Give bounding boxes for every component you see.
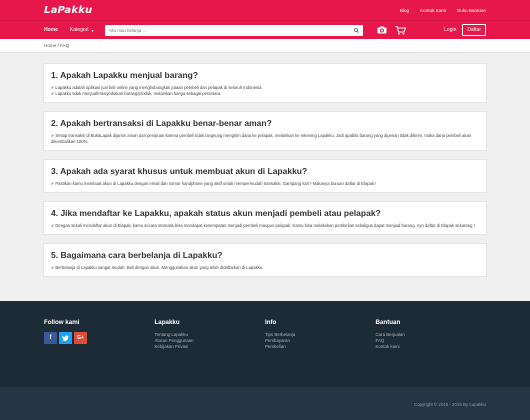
daftar-button[interactable]: Daftar xyxy=(462,24,486,36)
faq-answer: ✔Dengan sekali mendaftar akun di Elapak,… xyxy=(51,223,475,228)
check-icon: ✔ xyxy=(51,265,55,270)
faq-answer: ✔Setiap transaksi di BukaLapak dijamin a… xyxy=(51,133,472,144)
login-link[interactable]: Login xyxy=(444,27,456,33)
footer-heading: Info xyxy=(265,319,277,326)
faq-item: 3. Apakah ada syarat khusus untuk membua… xyxy=(43,159,487,193)
footer-heading: Bantuan xyxy=(375,319,401,326)
kategori-dropdown[interactable]: Kategori ▾ xyxy=(70,27,94,33)
footer-col-info: Info Tips Berbelanja Pembayaran Pembelia… xyxy=(265,319,376,387)
footer-col-lapakku: Lapakku Tentang Lapakku Aturan Penggunaa… xyxy=(155,319,266,387)
faq-list: 1. Apakah Lapakku menjual barang? ✔Lapak… xyxy=(0,53,530,277)
social-links: f G+ xyxy=(44,332,155,344)
top-bar: LaPakku Blog Kontak Kami Buku Bantuan xyxy=(0,0,530,20)
toplink-bantuan[interactable]: Buku Bantuan xyxy=(457,8,486,13)
kategori-label: Kategori xyxy=(69,27,89,33)
copyright: Copyright © 2015 - 2019 By Lapakku xyxy=(0,387,530,420)
facebook-icon[interactable]: f xyxy=(44,332,57,344)
search-icon[interactable] xyxy=(353,27,359,33)
check-icon: ✔ xyxy=(51,85,55,90)
faq-question: 2. Apakah bertransaksi di Lapakku benar-… xyxy=(51,118,272,128)
faq-answer: ✔Pastikan kamu membuat akun di Lapakku d… xyxy=(51,181,377,186)
search-box xyxy=(104,24,363,36)
footer-link[interactable]: Kontak kami xyxy=(376,344,487,350)
check-icon: ✔ xyxy=(51,181,55,186)
breadcrumb: Home / FAQ xyxy=(0,39,530,53)
faq-question: 3. Apakah ada syarat khusus untuk membua… xyxy=(51,166,308,176)
logo[interactable]: LaPakku xyxy=(44,5,92,16)
cart-icon[interactable] xyxy=(395,25,406,35)
twitter-icon[interactable] xyxy=(59,332,72,344)
footer-link[interactable]: Pembelian xyxy=(265,344,376,350)
nav-bar: Home Kategori ▾ Login Daftar xyxy=(0,20,530,39)
search-input[interactable] xyxy=(108,25,354,35)
faq-question: 4. Jika mendaftar ke Lapakku, apakah sta… xyxy=(51,208,381,218)
google-plus-icon[interactable]: G+ xyxy=(74,332,87,344)
toplink-kontak[interactable]: Kontak Kami xyxy=(420,8,446,13)
auth-links: Login Daftar xyxy=(444,24,486,36)
faq-item: 2. Apakah bertransaksi di Lapakku benar-… xyxy=(43,111,487,151)
toplink-blog[interactable]: Blog xyxy=(400,8,409,13)
top-links: Blog Kontak Kami Buku Bantuan xyxy=(400,8,486,13)
faq-item: 1. Apakah Lapakku menjual barang? ✔Lapak… xyxy=(43,63,487,103)
footer-col-bantuan: Bantuan Cara Berjualan FAQ Kontak kami xyxy=(376,319,487,387)
check-icon: ✔ xyxy=(51,133,55,138)
faq-item: 5. Bagaimana cara berbelanja di Lapakku?… xyxy=(43,243,487,277)
faq-item: 4. Jika mendaftar ke Lapakku, apakah sta… xyxy=(43,201,487,235)
faq-answer: ✔Lapakku tidak menjual/menyediakan baran… xyxy=(51,91,222,96)
footer-follow: Follow kami f G+ xyxy=(44,319,155,387)
camera-icon[interactable] xyxy=(377,26,387,34)
faq-question: 1. Apakah Lapakku menjual barang? xyxy=(51,70,199,80)
faq-answer: ✔Berbelanja di Lapakku sangat mudah. Bel… xyxy=(51,265,264,270)
footer-heading: Lapakku xyxy=(154,319,180,326)
footer-follow-heading: Follow kami xyxy=(44,319,80,326)
footer-link[interactable]: Kebijakan Privasi xyxy=(155,344,266,350)
faq-question: 5. Bagaimana cara berbelanja di Lapakku? xyxy=(51,250,223,260)
footer: Follow kami f G+ Lapakku Tentang Lapakku… xyxy=(0,301,530,387)
check-icon: ✔ xyxy=(51,91,55,96)
chevron-down-icon: ▾ xyxy=(91,27,94,33)
check-icon: ✔ xyxy=(51,223,55,228)
nav-home[interactable]: Home xyxy=(44,27,58,33)
